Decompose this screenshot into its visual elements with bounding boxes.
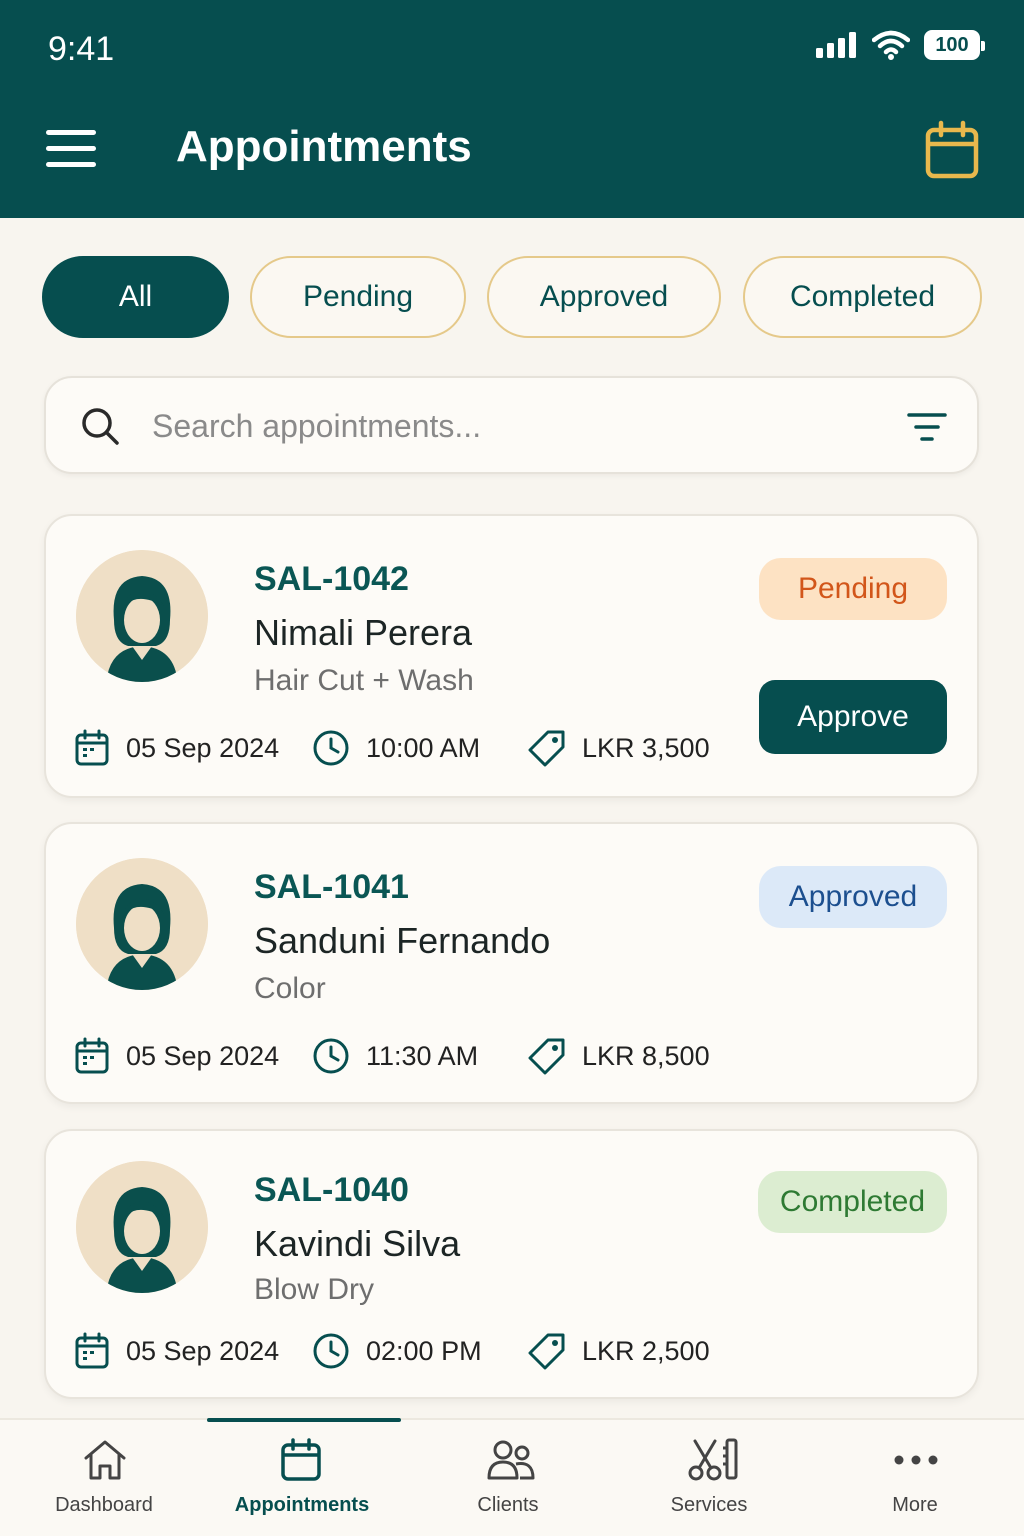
status-time: 9:41 xyxy=(48,30,115,68)
service-name: Blow Dry xyxy=(254,1273,375,1306)
search-bar xyxy=(44,376,979,474)
app-header: 9:41 100 Appointments xyxy=(0,0,1024,218)
filter-chip-approved[interactable]: Approved xyxy=(487,256,721,338)
appointment-price: LKR 3,500 xyxy=(582,732,710,763)
scissors-icon xyxy=(688,1438,738,1481)
calendar-icon xyxy=(75,1037,109,1074)
price-tag-icon xyxy=(528,1333,565,1370)
avatar xyxy=(76,858,208,990)
appointment-card[interactable]: SAL-1040 Kavindi Silva Blow Dry Complete… xyxy=(44,1129,979,1399)
nav-label: Appointments xyxy=(234,1494,370,1516)
nav-item-clients[interactable]: Clients xyxy=(408,1420,608,1536)
status-icons: 100 xyxy=(816,30,985,60)
price-tag-icon xyxy=(528,1038,565,1075)
nav-item-appointments[interactable]: Appointments xyxy=(202,1418,402,1536)
client-name: Sanduni Fernando xyxy=(254,920,551,961)
nav-label: More xyxy=(892,1494,938,1516)
clock-icon xyxy=(313,1333,349,1369)
avatar xyxy=(76,550,208,682)
price-field: LKR 3,500 xyxy=(528,724,710,772)
date-field: 05 Sep 2024 xyxy=(74,1327,279,1375)
status-badge: Completed xyxy=(757,1171,947,1233)
search-icon xyxy=(82,408,119,445)
client-name: Nimali Perera xyxy=(254,612,473,653)
appointment-meta: 05 Sep 2024 02:00 PM LKR 2,500 xyxy=(74,1327,754,1375)
appointment-meta: 05 Sep 2024 11:30 AM LKR 8,500 xyxy=(74,1032,754,1080)
client-name: Kavindi Silva xyxy=(254,1223,461,1264)
appointment-time: 10:00 AM xyxy=(366,732,481,763)
time-field: 02:00 PM xyxy=(312,1327,482,1375)
time-field: 11:30 AM xyxy=(312,1032,478,1080)
appointment-id: SAL-1040 xyxy=(254,1171,409,1209)
filter-chip-all[interactable]: All xyxy=(42,256,229,338)
wifi-icon xyxy=(872,30,910,60)
more-icon xyxy=(894,1455,938,1465)
appointment-meta: 05 Sep 2024 10:00 AM LKR 3,500 xyxy=(74,724,754,772)
nav-label: Services xyxy=(670,1494,748,1516)
date-field: 05 Sep 2024 xyxy=(74,724,279,772)
appointment-date: 05 Sep 2024 xyxy=(126,1040,280,1071)
status-badge: Approved xyxy=(759,866,947,928)
status-badge: Pending xyxy=(759,558,947,620)
appointment-time: 02:00 PM xyxy=(366,1335,482,1366)
calendar-icon xyxy=(75,1332,109,1369)
battery-icon: 100 xyxy=(924,30,985,60)
appointment-date: 05 Sep 2024 xyxy=(126,1335,280,1366)
price-field: LKR 8,500 xyxy=(528,1032,710,1080)
appointment-date: 05 Sep 2024 xyxy=(126,732,280,763)
date-field: 05 Sep 2024 xyxy=(74,1032,279,1080)
time-field: 10:00 AM xyxy=(312,724,480,772)
appointment-card[interactable]: SAL-1041 Sanduni Fernando Color Approved… xyxy=(44,822,979,1104)
appointment-price: LKR 2,500 xyxy=(582,1335,710,1366)
status-filter-tabs: All Pending Approved Completed xyxy=(42,256,982,338)
battery-level: 100 xyxy=(935,33,969,56)
calendar-icon xyxy=(75,729,109,766)
nav-label: Clients xyxy=(477,1494,539,1516)
appointment-price: LKR 8,500 xyxy=(582,1040,710,1071)
nav-item-dashboard[interactable]: Dashboard xyxy=(4,1420,204,1536)
menu-icon[interactable] xyxy=(46,130,96,170)
signal-icon xyxy=(816,32,856,58)
home-icon xyxy=(84,1440,126,1480)
clock-icon xyxy=(313,1038,349,1074)
service-name: Hair Cut + Wash xyxy=(254,664,474,697)
price-tag-icon xyxy=(528,730,565,767)
appointment-card[interactable]: SAL-1042 Nimali Perera Hair Cut + Wash P… xyxy=(44,514,979,798)
nav-item-services[interactable]: Services xyxy=(609,1420,809,1536)
avatar xyxy=(76,1161,208,1293)
appointment-id: SAL-1041 xyxy=(254,868,409,906)
appointment-time: 11:30 AM xyxy=(366,1040,479,1071)
filter-icon[interactable] xyxy=(907,410,947,444)
calendar-icon[interactable] xyxy=(924,120,980,180)
price-field: LKR 2,500 xyxy=(528,1327,710,1375)
service-name: Color xyxy=(254,972,326,1005)
bottom-navigation: Dashboard Appointments Clients Services … xyxy=(0,1418,1024,1536)
appointment-id: SAL-1042 xyxy=(254,560,409,598)
users-icon xyxy=(487,1440,535,1480)
page-title: Appointments xyxy=(176,122,472,171)
nav-label: Dashboard xyxy=(55,1494,153,1516)
active-tab-indicator xyxy=(207,1418,401,1422)
search-input[interactable] xyxy=(152,398,872,454)
calendar-icon xyxy=(281,1438,321,1481)
filter-chip-completed[interactable]: Completed xyxy=(743,256,982,338)
nav-item-more[interactable]: More xyxy=(815,1420,1015,1536)
filter-chip-pending[interactable]: Pending xyxy=(250,256,466,338)
clock-icon xyxy=(313,730,349,766)
approve-button[interactable]: Approve xyxy=(759,680,947,754)
